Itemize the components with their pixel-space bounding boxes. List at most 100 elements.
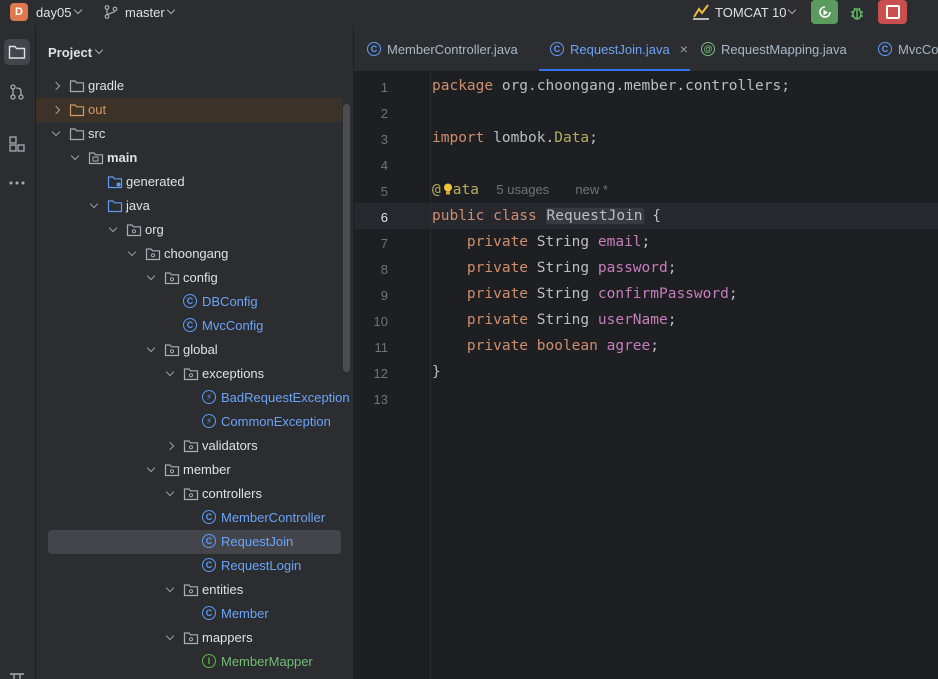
tree-item-requestjoin[interactable]: C RequestJoin (48, 530, 341, 554)
chevron-down-icon[interactable] (146, 343, 156, 353)
more-tools-button[interactable] (4, 170, 30, 196)
structure-tool-button[interactable] (4, 131, 30, 157)
chevron-down-icon[interactable] (165, 583, 175, 593)
bug-icon (851, 7, 863, 20)
line-number[interactable]: 6 (354, 210, 388, 225)
tree-item-src[interactable]: src (36, 122, 342, 146)
chevron-down-icon[interactable] (165, 631, 175, 641)
chevron-down-icon[interactable] (70, 151, 80, 161)
line-number[interactable]: 1 (354, 80, 388, 95)
commit-tool-button[interactable] (4, 79, 30, 105)
tree-item-member[interactable]: member (36, 458, 342, 482)
line-number[interactable]: 3 (354, 132, 388, 147)
folder-icon (69, 126, 85, 142)
lightbulb-icon[interactable] (443, 183, 453, 195)
line-number[interactable]: 9 (354, 288, 388, 303)
project-tool-button[interactable] (4, 39, 30, 65)
class-icon: C (202, 558, 218, 574)
tab-mvcconfig[interactable]: C MvcCo (878, 26, 938, 71)
tree-item-membercontroller[interactable]: C MemberController (36, 506, 342, 530)
tab-membercontroller[interactable]: C MemberController.java (367, 26, 518, 71)
tree-item-label: RequestLogin (221, 558, 302, 573)
chevron-down-icon[interactable] (165, 367, 175, 377)
tree-item-choongang[interactable]: choongang (36, 242, 342, 266)
tree-item-global[interactable]: global (36, 338, 342, 362)
class-icon: C (202, 606, 218, 622)
chevron-down-icon[interactable] (165, 487, 175, 497)
exception-class-icon: ⚡ (202, 414, 218, 430)
tree-item-config[interactable]: config (36, 266, 342, 290)
chevron-down-icon[interactable] (787, 5, 797, 15)
debug-button[interactable] (846, 2, 868, 24)
tree-item-commonexception[interactable]: ⚡ CommonException (36, 410, 342, 434)
package-icon (145, 246, 161, 262)
line-number[interactable]: 5 (354, 184, 388, 199)
rerun-button[interactable] (811, 0, 838, 24)
code-line-6: public class RequestJoin { (432, 208, 661, 224)
line-number[interactable]: 13 (354, 392, 388, 407)
chevron-down-icon[interactable] (89, 199, 99, 209)
tree-item-java[interactable]: java (36, 194, 342, 218)
tree-item-entities[interactable]: entities (36, 578, 342, 602)
chevron-right-icon[interactable] (51, 105, 61, 115)
tree-item-label: validators (202, 438, 258, 453)
stop-button[interactable] (878, 0, 907, 24)
code-line-9: private String confirmPassword; (466, 286, 738, 302)
class-icon: C (367, 42, 381, 56)
author-inlay[interactable]: new * (575, 182, 608, 197)
class-icon: C (202, 534, 218, 550)
project-scrollbar[interactable] (343, 104, 350, 372)
tree-item-validators[interactable]: validators (36, 434, 342, 458)
tree-item-label: gradle (88, 78, 125, 93)
line-number[interactable]: 7 (354, 236, 388, 251)
line-number[interactable]: 12 (354, 366, 388, 381)
chevron-down-icon[interactable] (146, 463, 156, 473)
tree-item-label: MemberMapper (221, 654, 313, 669)
close-icon[interactable]: × (680, 41, 688, 57)
run-configuration[interactable]: TOMCAT 10 (715, 5, 787, 20)
tree-item-member[interactable]: C Member (36, 602, 342, 626)
chevron-down-icon[interactable] (146, 271, 156, 281)
git-branch-icon[interactable] (104, 5, 118, 19)
tree-item-badrequestexception[interactable]: ⚡ BadRequestException (36, 386, 350, 410)
chevron-down-icon[interactable] (73, 5, 83, 15)
chevron-down-icon[interactable] (51, 127, 61, 137)
line-number[interactable]: 11 (354, 340, 389, 355)
chevron-right-icon[interactable] (165, 441, 175, 451)
tree-item-requestlogin[interactable]: C RequestLogin (36, 554, 342, 578)
tree-item-controllers[interactable]: controllers (36, 482, 342, 506)
line-number[interactable]: 4 (354, 158, 388, 173)
tree-item-org[interactable]: org (36, 218, 342, 242)
tab-requestjoin[interactable]: C RequestJoin.java × (539, 26, 690, 71)
chevron-down-icon[interactable] (108, 223, 118, 233)
project-panel-title[interactable]: Project (48, 45, 92, 60)
tree-item-generated[interactable]: generated (36, 170, 342, 194)
line-number[interactable]: 2 (354, 106, 388, 121)
tree-item-mvcconfig[interactable]: C MvcConfig (36, 314, 342, 338)
tree-item-mappers[interactable]: mappers (36, 626, 342, 650)
code-editor[interactable]: 1 2 3 4 5 6 7 8 9 10 11 12 13 package org.choongang.… (354, 73, 938, 679)
tree-item-exceptions[interactable]: exceptions (36, 362, 342, 386)
chevron-down-icon[interactable] (127, 247, 137, 257)
chevron-right-icon[interactable] (51, 81, 61, 91)
chevron-down-icon[interactable] (166, 5, 176, 15)
tab-label: MvcCo (898, 41, 938, 57)
project-name[interactable]: day05 (36, 5, 71, 20)
line-number[interactable]: 8 (354, 262, 388, 277)
tree-item-gradle[interactable]: gradle (36, 74, 342, 98)
tree-item-dbconfig[interactable]: C DBConfig (36, 290, 342, 314)
branch-name[interactable]: master (125, 5, 165, 20)
tab-requestmapping[interactable]: @ RequestMapping.java (701, 26, 847, 71)
package-icon (183, 438, 199, 454)
module-folder-icon (88, 150, 104, 166)
class-icon: C (878, 42, 892, 56)
tree-item-membermapper[interactable]: I MemberMapper (36, 650, 342, 674)
line-number[interactable]: 10 (354, 314, 388, 329)
tree-item-label: generated (126, 174, 185, 189)
usages-inlay[interactable]: 5 usages (496, 182, 549, 197)
chevron-down-icon[interactable] (94, 45, 104, 55)
project-badge[interactable]: D (10, 3, 28, 21)
tree-item-main[interactable]: main (36, 146, 342, 170)
tree-item-out[interactable]: out (36, 98, 342, 122)
terminal-tool-button[interactable] (4, 664, 30, 679)
